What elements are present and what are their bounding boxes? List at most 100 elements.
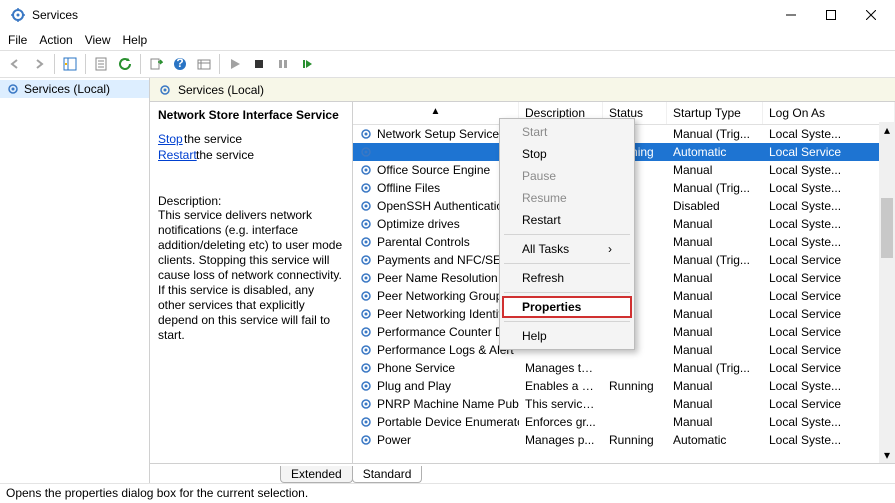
context-menu: Start Stop Pause Resume Restart All Task… bbox=[499, 118, 635, 350]
menu-view[interactable]: View bbox=[85, 33, 111, 47]
service-logon-cell: Local Service bbox=[763, 397, 895, 411]
menu-action[interactable]: Action bbox=[39, 33, 72, 47]
service-desc-cell: Manages th... bbox=[519, 361, 603, 375]
nav-services-local[interactable]: Services (Local) bbox=[0, 80, 149, 98]
ctx-all-tasks[interactable]: All Tasks bbox=[502, 238, 632, 260]
vertical-scrollbar[interactable]: ▴ ▾ bbox=[879, 122, 895, 463]
stop-service-button[interactable] bbox=[248, 53, 270, 75]
service-startup-cell: Manual (Trig... bbox=[667, 253, 763, 267]
service-startup-cell: Manual bbox=[667, 343, 763, 357]
filter-button[interactable] bbox=[193, 53, 215, 75]
service-startup-cell: Manual bbox=[667, 163, 763, 177]
status-bar: Opens the properties dialog box for the … bbox=[0, 483, 895, 503]
service-logon-cell: Local Service bbox=[763, 307, 895, 321]
col-name[interactable]: ▲ bbox=[353, 102, 519, 124]
close-button[interactable] bbox=[851, 1, 891, 29]
ctx-properties[interactable]: Properties bbox=[502, 296, 632, 318]
minimize-button[interactable] bbox=[771, 1, 811, 29]
window-title: Services bbox=[32, 8, 78, 22]
service-startup-cell: Manual bbox=[667, 307, 763, 321]
help-button[interactable]: ? bbox=[169, 53, 191, 75]
scroll-up-icon[interactable]: ▴ bbox=[879, 122, 895, 138]
gear-icon bbox=[359, 235, 373, 249]
service-logon-cell: Local Syste... bbox=[763, 217, 895, 231]
refresh-button[interactable] bbox=[114, 53, 136, 75]
service-status-cell: Running bbox=[603, 379, 667, 393]
service-logon-cell: Local Syste... bbox=[763, 415, 895, 429]
table-row[interactable]: Portable Device Enumerator...Enforces gr… bbox=[353, 413, 895, 431]
ctx-pause[interactable]: Pause bbox=[502, 165, 632, 187]
tab-extended[interactable]: Extended bbox=[280, 466, 353, 483]
ctx-refresh[interactable]: Refresh bbox=[502, 267, 632, 289]
service-name-cell: Peer Networking Groupin bbox=[377, 289, 512, 303]
gear-icon bbox=[359, 415, 373, 429]
ctx-restart[interactable]: Restart bbox=[502, 209, 632, 231]
service-startup-cell: Manual bbox=[667, 325, 763, 339]
gear-icon bbox=[359, 181, 373, 195]
service-name-cell: Peer Name Resolution Pro bbox=[377, 271, 519, 285]
service-name-cell: Peer Networking Identity bbox=[377, 307, 508, 321]
panel-header: Services (Local) bbox=[150, 78, 895, 102]
svg-text:?: ? bbox=[176, 57, 183, 70]
content-area: Services (Local) Services (Local) Networ… bbox=[0, 78, 895, 483]
service-logon-cell: Local Syste... bbox=[763, 127, 895, 141]
tab-standard[interactable]: Standard bbox=[352, 466, 423, 483]
ctx-start[interactable]: Start bbox=[502, 121, 632, 143]
export-button[interactable] bbox=[145, 53, 167, 75]
scroll-thumb[interactable] bbox=[881, 198, 893, 258]
service-logon-cell: Local Syste... bbox=[763, 199, 895, 213]
main-panel: Services (Local) Network Store Interface… bbox=[150, 78, 895, 483]
service-logon-cell: Local Service bbox=[763, 325, 895, 339]
service-name-cell: Parental Controls bbox=[377, 235, 470, 249]
service-startup-cell: Automatic bbox=[667, 433, 763, 447]
service-startup-cell: Manual bbox=[667, 271, 763, 285]
ctx-stop[interactable]: Stop bbox=[502, 143, 632, 165]
service-logon-cell: Local Service bbox=[763, 343, 895, 357]
service-desc-cell: Manages p... bbox=[519, 433, 603, 447]
forward-button[interactable] bbox=[28, 53, 50, 75]
gear-icon bbox=[359, 361, 373, 375]
restart-service-button[interactable] bbox=[296, 53, 318, 75]
maximize-button[interactable] bbox=[811, 1, 851, 29]
ctx-help[interactable]: Help bbox=[502, 325, 632, 347]
gear-icon bbox=[359, 433, 373, 447]
service-logon-cell: Local Service bbox=[763, 145, 895, 159]
col-logon[interactable]: Log On As bbox=[763, 102, 895, 124]
ctx-resume[interactable]: Resume bbox=[502, 187, 632, 209]
gear-icon bbox=[359, 343, 373, 357]
table-row[interactable]: PowerManages p...RunningAutomaticLocal S… bbox=[353, 431, 895, 449]
gear-icon bbox=[158, 83, 172, 97]
scroll-down-icon[interactable]: ▾ bbox=[879, 447, 895, 463]
table-row[interactable]: Plug and PlayEnables a c...RunningManual… bbox=[353, 377, 895, 395]
service-startup-cell: Manual bbox=[667, 235, 763, 249]
gear-icon bbox=[359, 397, 373, 411]
menu-bar: File Action View Help bbox=[0, 30, 895, 50]
show-hide-tree-button[interactable] bbox=[59, 53, 81, 75]
back-button[interactable] bbox=[4, 53, 26, 75]
table-row[interactable]: Phone Service Manages th... Manual (Trig..… bbox=[353, 359, 895, 377]
service-startup-cell: Disabled bbox=[667, 199, 763, 213]
service-name-cell: Office Source Engine bbox=[377, 163, 490, 177]
service-desc-cell: Enables a c... bbox=[519, 379, 603, 393]
service-name-cell: Portable Device Enumerator... bbox=[377, 415, 519, 429]
start-service-button[interactable] bbox=[224, 53, 246, 75]
service-startup-cell: Manual (Trig... bbox=[667, 361, 763, 375]
details-pane: Network Store Interface Service Stop the… bbox=[150, 102, 352, 463]
menu-help[interactable]: Help bbox=[123, 33, 148, 47]
services-grid: ▲ Description Status Startup Type Log On… bbox=[352, 102, 895, 463]
gear-icon bbox=[359, 271, 373, 285]
gear-icon bbox=[6, 82, 20, 96]
service-logon-cell: Local Syste... bbox=[763, 163, 895, 177]
properties-button[interactable] bbox=[90, 53, 112, 75]
menu-file[interactable]: File bbox=[8, 33, 27, 47]
service-name-cell: Optimize drives bbox=[377, 217, 460, 231]
service-name-cell: OpenSSH Authentication bbox=[377, 199, 510, 213]
service-name-cell: Phone Service bbox=[377, 361, 455, 375]
service-name-cell: Performance Logs & Alert bbox=[377, 343, 514, 357]
service-startup-cell: Manual (Trig... bbox=[667, 127, 763, 141]
pause-service-button[interactable] bbox=[272, 53, 294, 75]
col-startup[interactable]: Startup Type bbox=[667, 102, 763, 124]
table-row[interactable]: PNRP Machine Name Publi...This service .… bbox=[353, 395, 895, 413]
service-startup-cell: Manual bbox=[667, 217, 763, 231]
toolbar: ? bbox=[0, 50, 895, 78]
